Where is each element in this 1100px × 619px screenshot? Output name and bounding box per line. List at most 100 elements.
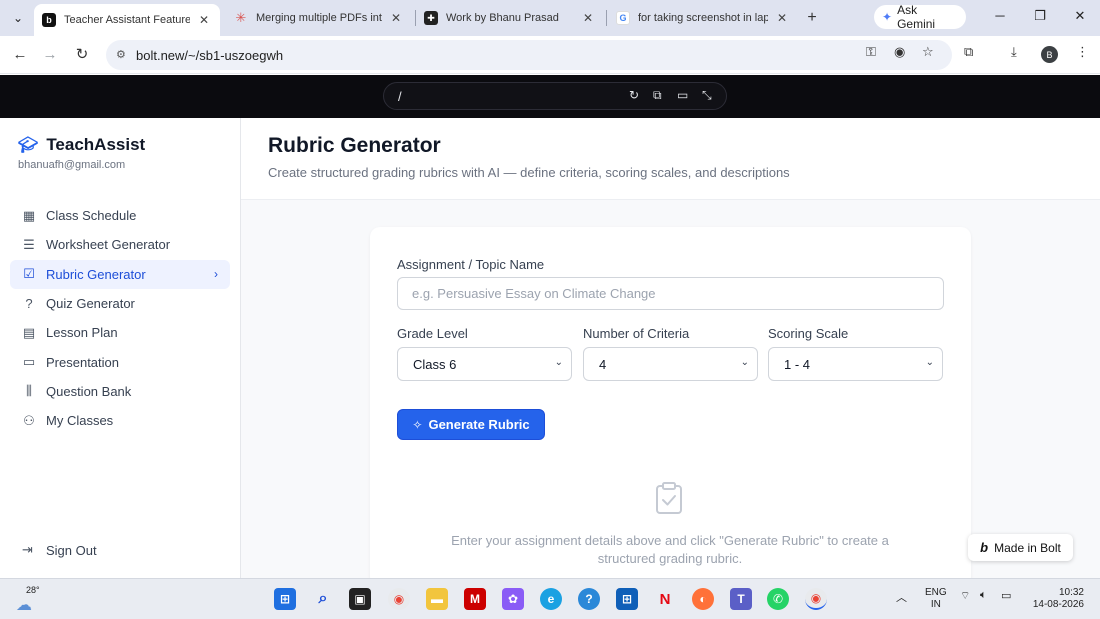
chevron-right-icon: ›: [214, 266, 218, 281]
wifi-icon[interactable]: ⌔: [960, 589, 970, 603]
sidebar-item-class-schedule[interactable]: ▦ Class Schedule: [10, 201, 230, 230]
minimize-window-icon[interactable]: ─: [990, 8, 1010, 23]
work-icon: ✚: [424, 11, 438, 25]
browser-toolbar: ← → ↻ ⚙ bolt.new/~/sb1-uszoegwh ⚿ ◉ ☆ ⧉ …: [0, 36, 1100, 74]
address-bar[interactable]: ⚙ bolt.new/~/sb1-uszoegwh: [106, 40, 952, 70]
criteria-count-label: Number of Criteria: [583, 326, 690, 341]
show-hidden-icons-chevron-icon[interactable]: ︿: [896, 589, 907, 605]
chrome-active-icon[interactable]: ◉: [805, 588, 827, 610]
language-indicator[interactable]: ENG IN: [925, 587, 947, 611]
fullscreen-icon[interactable]: ⤡: [702, 88, 712, 103]
sidebar-item-quiz-generator[interactable]: ? Quiz Generator: [10, 289, 230, 318]
sign-out-button[interactable]: ⇥ Sign Out: [22, 542, 97, 558]
bookmark-star-icon[interactable]: ☆: [922, 44, 934, 60]
site-info-icon[interactable]: ⚙: [116, 48, 126, 61]
teams-icon[interactable]: T: [730, 588, 752, 610]
extensions-puzzle-icon[interactable]: ⧉: [964, 44, 973, 60]
tab-separator: [606, 10, 607, 26]
sidebar-menu: ▦ Class Schedule ☰ Worksheet Generator ☑…: [10, 201, 230, 435]
search-icon[interactable]: ⌕: [312, 588, 334, 610]
open-new-window-icon[interactable]: ⧉: [653, 88, 662, 103]
chevron-down-icon: ⌄: [740, 357, 749, 368]
device-preview-icon[interactable]: ▭: [677, 88, 688, 102]
made-in-bolt-badge[interactable]: b Made in Bolt: [968, 534, 1073, 561]
close-window-icon[interactable]: ✕: [1070, 8, 1090, 24]
chevron-down-icon: ⌄: [554, 357, 563, 368]
tab-teacher-assistant[interactable]: b Teacher Assistant Feature Su ✕: [34, 4, 220, 36]
restore-window-icon[interactable]: ❐: [1030, 8, 1050, 24]
tab-google-search[interactable]: G for taking screenshot in lapt ✕: [608, 4, 798, 32]
help-app-icon[interactable]: ?: [578, 588, 600, 610]
close-tab-icon[interactable]: ✕: [196, 13, 212, 27]
reload-icon[interactable]: ↻: [72, 45, 92, 65]
sparkles-icon: ✧: [412, 417, 423, 432]
download-icon[interactable]: ⤓: [1011, 44, 1017, 60]
preview-url-field[interactable]: /: [383, 82, 727, 110]
firefox-icon[interactable]: ◐: [692, 588, 714, 610]
tab-search-chevron-icon[interactable]: ⌄: [6, 6, 30, 30]
back-arrow-icon[interactable]: ←: [10, 45, 30, 65]
page-subtitle: Create structured grading rubrics with A…: [268, 165, 790, 180]
copilot-icon[interactable]: ✿: [502, 588, 524, 610]
sidebar-item-my-classes[interactable]: ⚇ My Classes: [10, 406, 230, 435]
tab-work-by-bhanu[interactable]: ✚ Work by Bhanu Prasad ✕: [416, 4, 604, 32]
cloud-icon: ☁: [16, 597, 32, 614]
forward-arrow-icon[interactable]: →: [40, 45, 60, 65]
mcafee-icon[interactable]: M: [464, 588, 486, 610]
google-icon: G: [616, 11, 630, 25]
new-tab-plus-icon[interactable]: +: [802, 8, 822, 28]
clipboard-check-icon: ☑: [23, 266, 35, 282]
more-menu-icon[interactable]: ⋮: [1076, 44, 1089, 60]
scoring-scale-select[interactable]: 1 - 4 ⌄: [768, 347, 943, 381]
file-explorer-icon[interactable]: ▬: [426, 588, 448, 610]
brand: 🎓︎ TeachAssist: [18, 135, 146, 154]
netflix-icon[interactable]: N: [654, 588, 676, 610]
whatsapp-icon[interactable]: ✆: [767, 588, 789, 610]
grade-level-label: Grade Level: [397, 326, 468, 341]
help-circle-icon: ?: [25, 296, 33, 312]
main-content: Rubric Generator Create structured gradi…: [241, 118, 1100, 587]
criteria-count-select[interactable]: 4 ⌄: [583, 347, 758, 381]
profile-avatar[interactable]: B: [1041, 46, 1058, 63]
sidebar-item-lesson-plan[interactable]: ▤ Lesson Plan: [10, 318, 230, 347]
empty-state-message: Enter your assignment details above and …: [451, 533, 889, 566]
page-header: Rubric Generator Create structured gradi…: [241, 118, 1100, 200]
sidebar-item-presentation[interactable]: ▭ Presentation: [10, 347, 230, 376]
windows-taskbar: 28° ☁ ⊞ ⌕ ▣ ◉ ▬ M ✿ e ? ⊞ N ◐ T ✆ ◉ ︿ EN…: [0, 578, 1100, 619]
eye-off-icon[interactable]: ◉: [894, 44, 905, 60]
rubric-form-card: Assignment / Topic Name Grade Level Clas…: [370, 227, 971, 587]
bolt-b-icon: b: [42, 13, 56, 27]
battery-icon[interactable]: ▭: [1001, 589, 1011, 602]
page-title: Rubric Generator: [268, 134, 441, 157]
sidebar: 🎓︎ TeachAssist bhanuafh@gmail.com ▦ Clas…: [0, 118, 241, 578]
topic-input[interactable]: [397, 277, 944, 310]
microsoft-store-icon[interactable]: ⊞: [616, 588, 638, 610]
volume-icon[interactable]: 🔈︎: [980, 589, 987, 602]
preview-bar: / ↻ ⧉ ▭ ⤡: [0, 75, 1100, 118]
windows-start-icon[interactable]: ⊞: [274, 588, 296, 610]
system-clock[interactable]: 10:32 14-08-2026: [1028, 587, 1084, 611]
edge-icon[interactable]: e: [540, 588, 562, 610]
presentation-icon: ▭: [22, 354, 36, 370]
close-tab-icon[interactable]: ✕: [388, 11, 404, 25]
sidebar-item-question-bank[interactable]: ⫼ Question Bank: [10, 377, 230, 406]
tab-merging-pdfs[interactable]: ✳ Merging multiple PDFs into ✕: [226, 4, 412, 32]
password-key-icon[interactable]: ⚿: [866, 44, 876, 60]
close-tab-icon[interactable]: ✕: [774, 11, 790, 25]
grade-level-select[interactable]: Class 6 ⌄: [397, 347, 572, 381]
topic-label: Assignment / Topic Name: [397, 257, 545, 272]
clipboard-list-icon: ☰: [23, 236, 35, 252]
sidebar-item-worksheet-generator[interactable]: ☰ Worksheet Generator: [10, 230, 230, 259]
scoring-scale-label: Scoring Scale: [768, 326, 849, 341]
generate-rubric-button[interactable]: ✧ Generate Rubric: [397, 409, 545, 440]
clipboard-check-icon: [656, 482, 682, 514]
ask-gemini-button[interactable]: ✦ Ask Gemini: [874, 3, 966, 31]
user-email: bhanuafh@gmail.com: [18, 159, 126, 171]
close-tab-icon[interactable]: ✕: [580, 11, 596, 25]
chrome-icon[interactable]: ◉: [388, 588, 410, 610]
task-view-icon[interactable]: ▣: [349, 588, 371, 610]
users-icon: ⚇: [23, 412, 35, 428]
sidebar-item-rubric-generator[interactable]: ☑ Rubric Generator ›: [10, 259, 230, 289]
weather-widget[interactable]: 28° ☁: [14, 585, 44, 614]
preview-refresh-icon[interactable]: ↻: [629, 88, 639, 102]
